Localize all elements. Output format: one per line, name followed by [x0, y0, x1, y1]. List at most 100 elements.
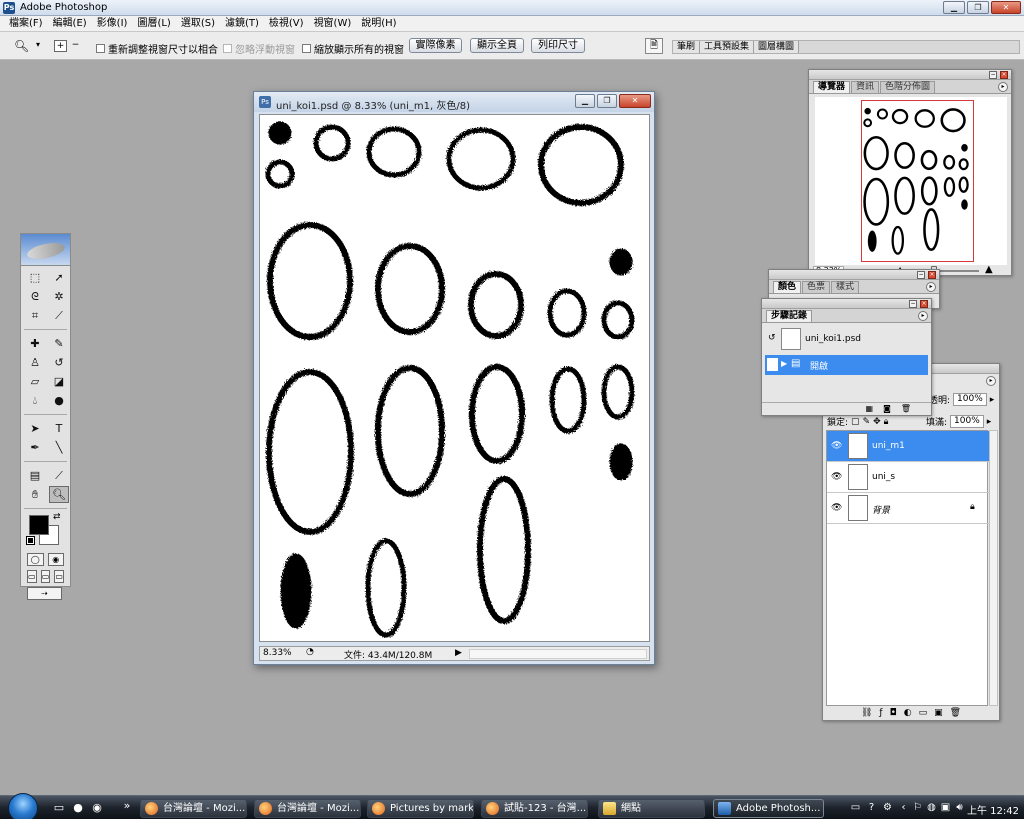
blur-icon[interactable]: 💧︎ [25, 392, 45, 409]
history-state-slider-icon[interactable]: ▶ [781, 359, 787, 368]
volume-icon[interactable]: 🔊︎ [953, 801, 966, 814]
lock-position-icon[interactable]: ✥ [873, 417, 881, 427]
taskbar-button[interactable]: 台灣論壇 - Mozi... [140, 799, 247, 818]
palette-minimize-button[interactable]: − [909, 300, 917, 308]
default-colors-icon[interactable] [26, 536, 35, 545]
well-tab-brushes[interactable]: 筆刷 [673, 41, 701, 53]
status-options-icon[interactable]: ◔ [306, 647, 314, 657]
magic-wand-icon[interactable]: ✲ [49, 288, 69, 305]
layers-scrollbar[interactable] [989, 430, 998, 706]
history-state[interactable]: ▶ ▤ 開啟 [765, 355, 928, 375]
opacity-field[interactable]: 100% [953, 393, 987, 406]
eye-icon[interactable]: 👁︎ [831, 441, 843, 451]
menu-filter[interactable]: 濾鏡(T) [220, 17, 264, 31]
network-icon[interactable]: ▣ [939, 801, 952, 814]
show-desktop-icon[interactable]: ▭ [52, 801, 66, 815]
standard-screen-icon[interactable]: ▭ [27, 570, 37, 583]
dodge-icon[interactable]: ● [49, 392, 69, 409]
tray-expand-icon[interactable]: ‹ [897, 801, 910, 814]
document-canvas[interactable] [259, 114, 650, 642]
taskbar-clock[interactable]: 上午 12:42 [967, 802, 1019, 817]
print-size-button[interactable]: 列印尺寸 [531, 38, 585, 53]
tab-swatches[interactable]: 色票 [802, 281, 831, 293]
trash-icon[interactable]: 🗑︎ [901, 403, 911, 415]
path-select-icon[interactable]: ➤ [25, 420, 45, 437]
horizontal-scrollbar[interactable] [469, 649, 647, 659]
slice-icon[interactable]: ⟋ [49, 307, 69, 324]
menu-window[interactable]: 視窗(W) [309, 17, 357, 31]
quicklaunch-overflow-icon[interactable]: » [120, 799, 134, 813]
tab-styles[interactable]: 樣式 [831, 281, 860, 293]
stamp-icon[interactable]: ♙ [25, 354, 45, 371]
palette-menu-icon[interactable]: ▸ [986, 376, 996, 386]
menu-layer[interactable]: 圖層(L) [132, 17, 175, 31]
menu-edit[interactable]: 編輯(E) [48, 17, 92, 31]
zoom-out-icon[interactable]: − [69, 40, 82, 52]
palette-menu-icon[interactable]: ▸ [918, 311, 928, 321]
layer-row[interactable]: 👁︎ 背景 🔒︎ [827, 493, 989, 524]
crop-icon[interactable]: ⌗ [25, 307, 45, 324]
taskbar-button[interactable]: 台灣論壇 - Mozi... [254, 799, 361, 818]
document-zoom-readout[interactable]: 8.33% [263, 648, 292, 658]
eye-icon[interactable]: 👁︎ [831, 503, 843, 513]
new-document-from-state-icon[interactable]: ▦ [866, 403, 874, 415]
ignore-palettes-checkbox[interactable]: 忽略浮動視窗 [223, 41, 295, 56]
notes-icon[interactable]: ▤ [25, 467, 45, 484]
new-snapshot-icon[interactable]: ◙ [883, 403, 891, 415]
status-menu-arrow-icon[interactable]: ▶ [455, 648, 465, 658]
zoom-tool-icon[interactable]: 🔍︎ [49, 486, 69, 503]
layer-row[interactable]: 👁︎ uni_m1 [827, 431, 989, 462]
menu-image[interactable]: 影像(I) [92, 17, 133, 31]
type-icon[interactable]: T [49, 420, 69, 437]
taskbar-button[interactable]: 網點 [598, 799, 705, 818]
history-brush-source-icon[interactable]: ↺ [768, 333, 776, 343]
foreground-color-swatch[interactable] [29, 515, 49, 535]
document-close-button[interactable]: ✕ [619, 94, 651, 108]
palette-menu-icon[interactable]: ▸ [926, 282, 936, 292]
navigator-palette-header[interactable]: − × [809, 70, 1011, 80]
menu-select[interactable]: 選取(S) [176, 17, 220, 31]
lock-all-icon[interactable]: 🔒︎ [884, 417, 889, 427]
swap-colors-icon[interactable]: ⇄ [53, 512, 61, 522]
marquee-icon[interactable]: ⬚ [25, 269, 45, 286]
history-palette-header[interactable]: − × [762, 299, 931, 309]
link-layers-icon[interactable]: ⛓ [861, 707, 872, 720]
navigator-preview[interactable] [815, 97, 1007, 265]
palette-close-button[interactable]: × [920, 300, 928, 308]
taskbar-button[interactable]: 試貼-123 - 台灣... [481, 799, 588, 818]
minimize-button[interactable]: ▁ [943, 1, 965, 14]
quicklaunch-icon[interactable]: ● [71, 801, 85, 815]
lasso-icon[interactable]: ᘓ [25, 288, 45, 305]
well-tab-layer-comps[interactable]: 圖層構圖 [754, 41, 800, 53]
bucket-icon[interactable]: ◪ [49, 373, 69, 390]
history-brush-icon[interactable]: ↺ [49, 354, 69, 371]
new-group-icon[interactable]: ▭ [919, 707, 928, 720]
document-title-bar[interactable]: Ps uni_koi1.psd @ 8.33% (uni_m1, 灰色/8) ▁… [254, 92, 654, 112]
eraser-icon[interactable]: ▱ [25, 373, 45, 390]
security-icon[interactable]: ⚐ [911, 801, 924, 814]
start-button[interactable] [8, 793, 38, 819]
color-palette-header[interactable]: − × [769, 270, 939, 280]
tool-preset-dropdown-icon[interactable]: ▾ [36, 40, 40, 49]
palette-minimize-button[interactable]: − [917, 271, 925, 279]
eye-icon[interactable]: 👁︎ [831, 472, 843, 482]
full-screen-icon[interactable]: ▭ [54, 570, 65, 583]
actual-pixels-button[interactable]: 實際像素 [409, 38, 462, 53]
menu-help[interactable]: 說明(H) [356, 17, 401, 31]
resize-windows-checkbox[interactable]: 重新調整視窗尺寸以相合 [96, 41, 218, 56]
document-maximize-button[interactable]: ❐ [597, 94, 617, 108]
standard-mode-icon[interactable]: ◯ [27, 553, 44, 566]
close-button[interactable]: ✕ [991, 1, 1021, 14]
healing-icon[interactable]: ✚ [25, 335, 45, 352]
palette-menu-icon[interactable]: ▸ [998, 82, 1008, 92]
line-icon[interactable]: ╲ [49, 439, 69, 456]
tab-history[interactable]: 步驟記錄 [766, 310, 813, 322]
adjustment-layer-icon[interactable]: ◐ [904, 707, 912, 720]
layer-style-icon[interactable]: ƒ [879, 707, 882, 720]
zoom-all-windows-checkbox[interactable]: 縮放顯示所有的視窗 [302, 41, 404, 56]
palette-close-button[interactable]: × [928, 271, 936, 279]
zoom-in-mountain-icon[interactable]: ▲ [985, 264, 993, 275]
jump-to-imageready-icon[interactable]: ⇢ [27, 587, 62, 600]
palette-minimize-button[interactable]: − [989, 71, 997, 79]
menu-file[interactable]: 檔案(F) [4, 17, 48, 31]
